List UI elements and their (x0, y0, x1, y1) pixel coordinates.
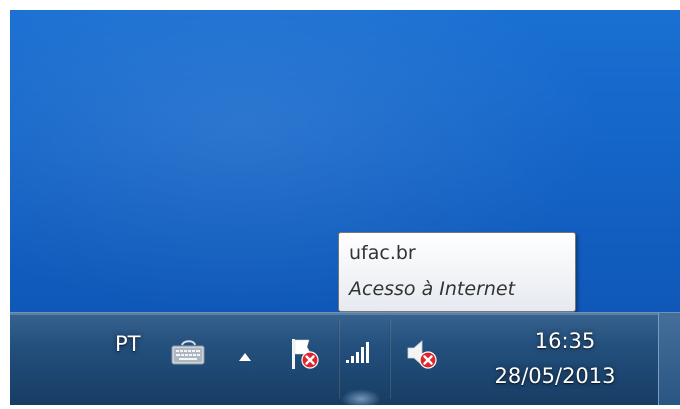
clock-time[interactable]: 16:35 (510, 329, 620, 353)
network-signal-icon[interactable] (342, 337, 376, 367)
volume-muted-icon[interactable] (404, 336, 440, 372)
keyboard-icon[interactable] (168, 337, 208, 369)
show-hidden-icons-arrow-icon[interactable] (237, 348, 253, 361)
language-indicator[interactable]: PT (115, 332, 141, 356)
action-center-flag-error-icon[interactable] (289, 336, 321, 372)
tray-separator (338, 319, 340, 399)
hover-glow (341, 389, 381, 409)
tooltip-network-name: ufac.br (349, 242, 416, 264)
network-tooltip: ufac.br Acesso à Internet (338, 232, 576, 312)
clock-date[interactable]: 28/05/2013 (480, 364, 630, 388)
taskbar: PT 16:35 28/05/2013 (10, 312, 680, 409)
show-desktop-button[interactable] (658, 313, 680, 405)
tooltip-access-status: Acesso à Internet (349, 278, 516, 300)
tray-separator (389, 319, 391, 399)
